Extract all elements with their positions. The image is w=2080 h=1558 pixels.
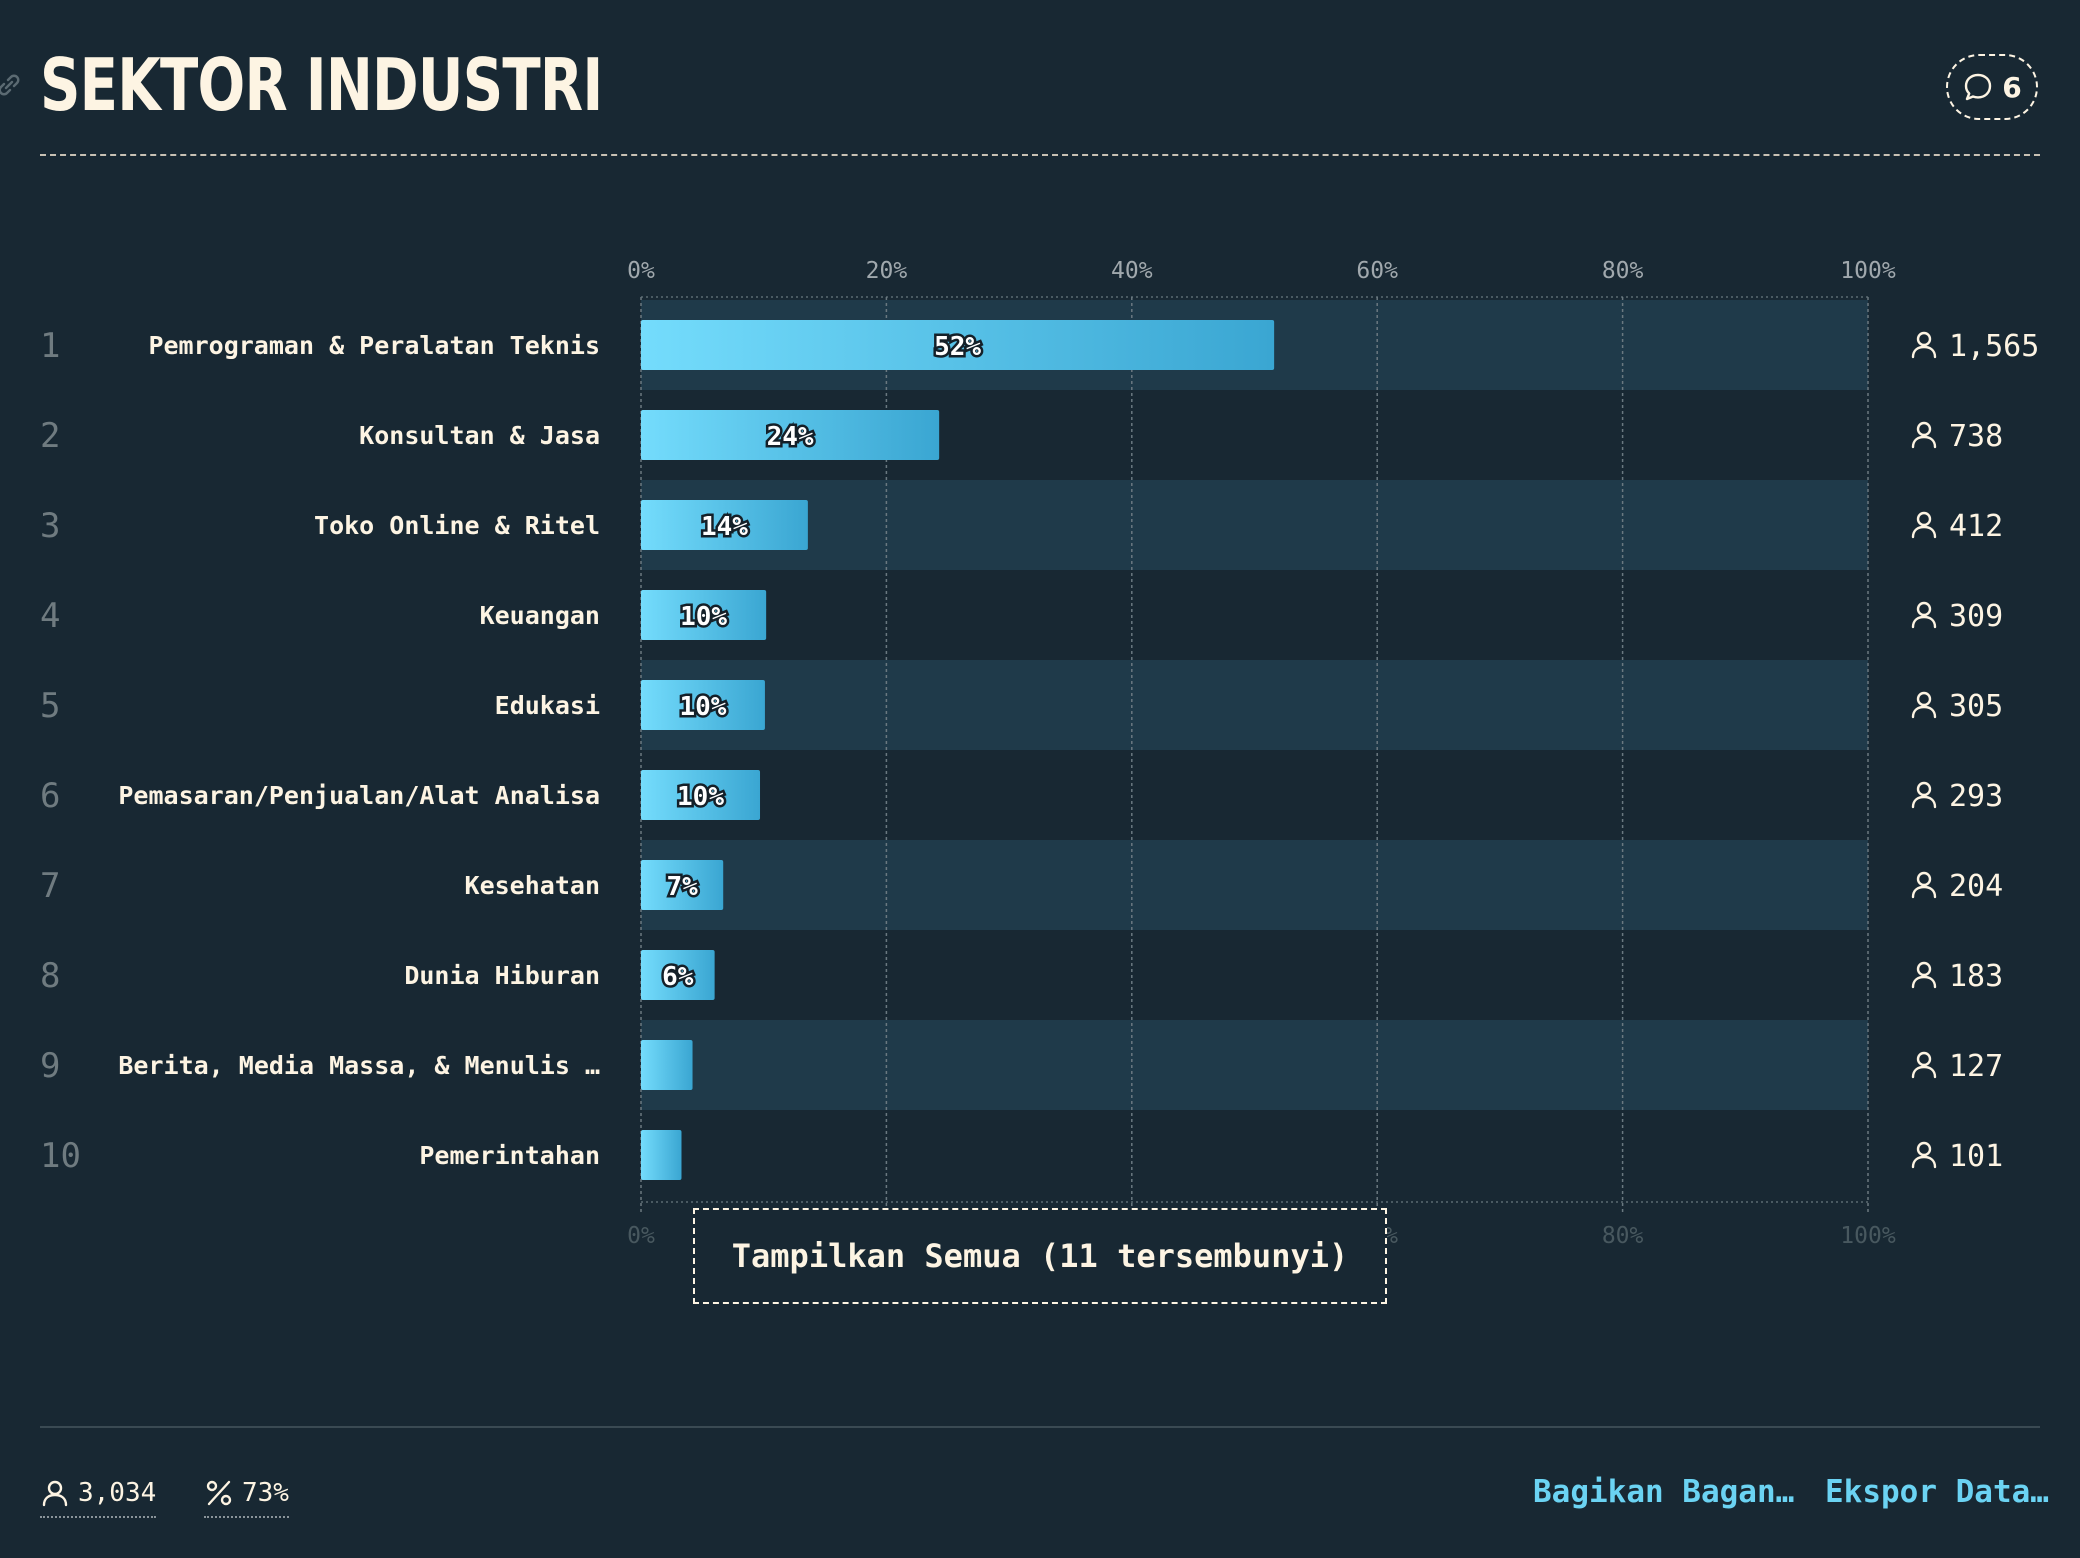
row-rank: 4	[40, 596, 60, 636]
bar[interactable]	[641, 1040, 693, 1090]
chart-row[interactable]: 2 Konsultan & Jasa 24% 738	[40, 410, 2003, 460]
percent-value: 73%	[242, 1478, 289, 1508]
x-tick-label: 80%	[1602, 258, 1644, 284]
person-icon	[42, 1480, 68, 1507]
bar-value-label: 14%	[701, 512, 748, 542]
bar-value-label: 10%	[680, 602, 727, 632]
person-icon	[1911, 1141, 1937, 1169]
person-icon	[1911, 781, 1937, 809]
respondents-count: 3,034	[78, 1478, 157, 1508]
percent-icon	[206, 1480, 232, 1506]
share-chart-link[interactable]: Bagikan Bagan…	[1533, 1474, 1794, 1510]
bar[interactable]	[641, 1130, 682, 1180]
category-label: Berita, Media Massa, & Menulis …	[118, 1051, 600, 1080]
x-tick-label-bottom: 100%	[1840, 1223, 1896, 1249]
x-tick-label: 20%	[866, 258, 908, 284]
show-all-button[interactable]: Tampilkan Semua (11 tersembunyi)	[693, 1208, 1387, 1304]
respondent-count: 412	[1949, 509, 2003, 544]
bar-chart: 0%20%40%60%80%100% 0%20%40%60%80%100% 1P…	[40, 258, 2039, 1249]
bar-value-label: 24%	[767, 422, 814, 452]
respondent-count: 101	[1949, 1139, 2003, 1174]
category-label: Pemerintahan	[419, 1141, 600, 1170]
row-rank: 2	[40, 416, 60, 456]
row-rank: 6	[40, 776, 60, 816]
respondent-count: 293	[1949, 779, 2003, 814]
person-icon	[1911, 1051, 1937, 1079]
bar-value-label: 10%	[677, 782, 724, 812]
row-rank: 9	[40, 1046, 60, 1086]
person-icon	[1911, 421, 1937, 449]
respondent-count: 183	[1949, 959, 2003, 994]
person-icon	[1911, 961, 1937, 989]
bar-value-label: 52%	[934, 332, 981, 362]
row-band	[641, 1020, 1868, 1110]
row-rank: 7	[40, 866, 60, 906]
chart-row[interactable]: 4 Keuangan 10% 309	[40, 590, 2003, 640]
category-label: Konsultan & Jasa	[359, 421, 600, 450]
respondent-count: 738	[1949, 419, 2003, 454]
category-label: Dunia Hiburan	[404, 961, 600, 990]
respondent-count: 309	[1949, 599, 2003, 634]
category-label: Pemrograman & Peralatan Teknis	[148, 331, 600, 360]
category-label: Kesehatan	[465, 871, 600, 900]
x-tick-label: 100%	[1840, 258, 1896, 284]
respondent-count: 1,565	[1949, 329, 2039, 364]
chart-row[interactable]: 6 Pemasaran/Penjualan/Alat Analisa 10% 293	[40, 770, 2003, 820]
person-icon	[1911, 871, 1937, 899]
percent-stat[interactable]: 73%	[204, 1470, 289, 1518]
bar-value-label: 7%	[666, 872, 698, 902]
row-band	[641, 660, 1868, 750]
chart-row[interactable]: 8 Dunia Hiburan 6% 183	[40, 950, 2003, 1000]
respondent-count: 127	[1949, 1049, 2003, 1084]
person-icon	[1911, 691, 1937, 719]
row-rank: 3	[40, 506, 60, 546]
x-tick-label: 60%	[1356, 258, 1398, 284]
row-rank: 5	[40, 686, 60, 726]
category-label: Edukasi	[495, 691, 600, 720]
bar-value-label: 6%	[662, 962, 694, 992]
respondents-stat[interactable]: 3,034	[40, 1470, 157, 1518]
x-tick-label-bottom: 0%	[627, 1223, 655, 1249]
respondent-count: 305	[1949, 689, 2003, 724]
category-label: Pemasaran/Penjualan/Alat Analisa	[118, 781, 600, 810]
chart-row[interactable]: 10 Pemerintahan 101	[40, 1130, 2003, 1180]
category-label: Toko Online & Ritel	[314, 511, 600, 540]
row-band	[641, 480, 1868, 570]
row-rank: 8	[40, 956, 60, 996]
row-band	[641, 840, 1868, 930]
person-icon	[1911, 511, 1937, 539]
export-data-link[interactable]: Ekspor Data…	[1825, 1474, 2049, 1510]
x-tick-label-bottom: 80%	[1602, 1223, 1644, 1249]
row-rank: 10	[40, 1136, 81, 1176]
x-tick-label: 0%	[627, 258, 655, 284]
person-icon	[1911, 601, 1937, 629]
category-label: Keuangan	[480, 601, 600, 630]
row-rank: 1	[40, 326, 60, 366]
person-icon	[1911, 331, 1937, 359]
x-tick-label: 40%	[1111, 258, 1153, 284]
footer-divider	[40, 1426, 2040, 1428]
respondent-count: 204	[1949, 869, 2003, 904]
bar-value-label: 10%	[679, 692, 726, 722]
